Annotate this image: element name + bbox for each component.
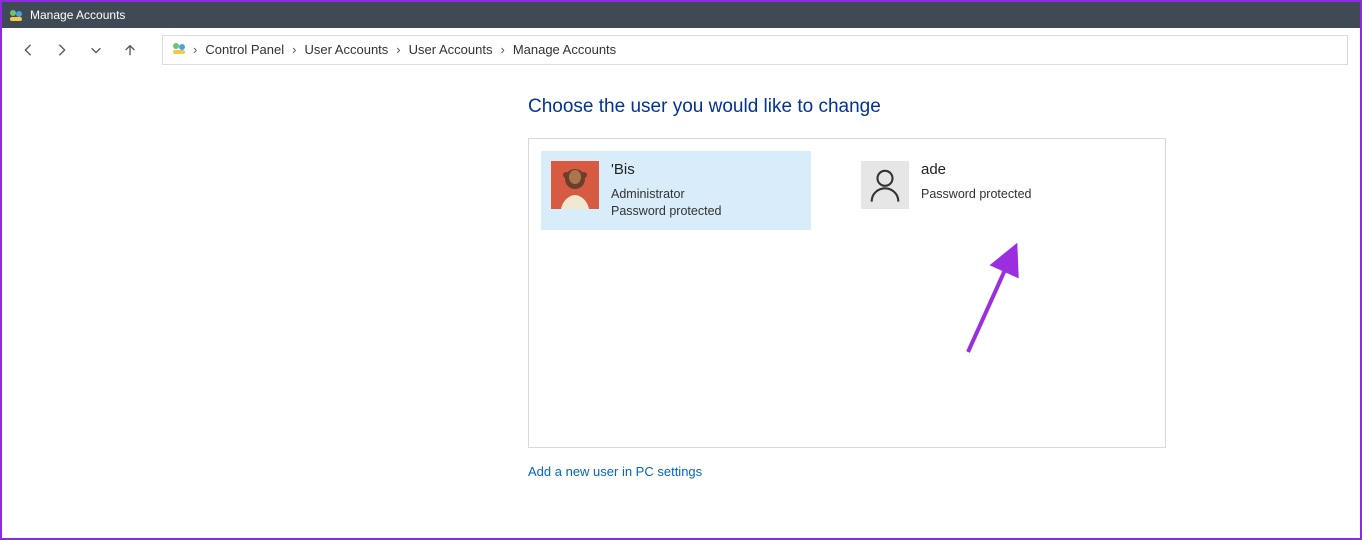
account-card-ade[interactable]: ade Password protected xyxy=(851,151,1121,230)
account-info: ade Password protected xyxy=(921,161,1031,203)
chevron-right-icon: › xyxy=(500,42,504,57)
avatar xyxy=(551,161,599,209)
content: Choose the user you would like to change… xyxy=(2,72,1360,479)
user-accounts-icon xyxy=(171,40,187,59)
breadcrumb-item[interactable]: Control Panel xyxy=(203,40,286,59)
accounts-panel: 'Bis Administrator Password protected ad… xyxy=(528,138,1166,448)
account-name: 'Bis xyxy=(611,161,721,178)
chevron-right-icon: › xyxy=(396,42,400,57)
window-title: Manage Accounts xyxy=(30,8,125,22)
account-protection: Password protected xyxy=(611,203,721,220)
nav-back-button[interactable] xyxy=(14,36,42,64)
chevron-right-icon: › xyxy=(193,42,197,57)
page-heading: Choose the user you would like to change xyxy=(528,96,1360,118)
breadcrumb-item[interactable]: User Accounts xyxy=(407,40,495,59)
chevron-right-icon: › xyxy=(292,42,296,57)
breadcrumb-item[interactable]: Manage Accounts xyxy=(511,40,618,59)
account-card-bis[interactable]: 'Bis Administrator Password protected xyxy=(541,151,811,230)
nav-forward-button[interactable] xyxy=(48,36,76,64)
nav-up-button[interactable] xyxy=(116,36,144,64)
account-protection: Password protected xyxy=(921,186,1031,203)
account-info: 'Bis Administrator Password protected xyxy=(611,161,721,220)
nav-recent-dropdown[interactable] xyxy=(82,36,110,64)
add-user-link[interactable]: Add a new user in PC settings xyxy=(528,464,702,479)
avatar xyxy=(861,161,909,209)
toolbar: › Control Panel › User Accounts › User A… xyxy=(2,28,1360,72)
account-name: ade xyxy=(921,161,1031,178)
breadcrumb-item[interactable]: User Accounts xyxy=(302,40,390,59)
accounts-list: 'Bis Administrator Password protected ad… xyxy=(541,151,1153,230)
account-role: Administrator xyxy=(611,186,721,203)
user-accounts-icon xyxy=(8,7,24,23)
titlebar: Manage Accounts xyxy=(2,2,1360,28)
breadcrumb[interactable]: › Control Panel › User Accounts › User A… xyxy=(162,35,1348,65)
